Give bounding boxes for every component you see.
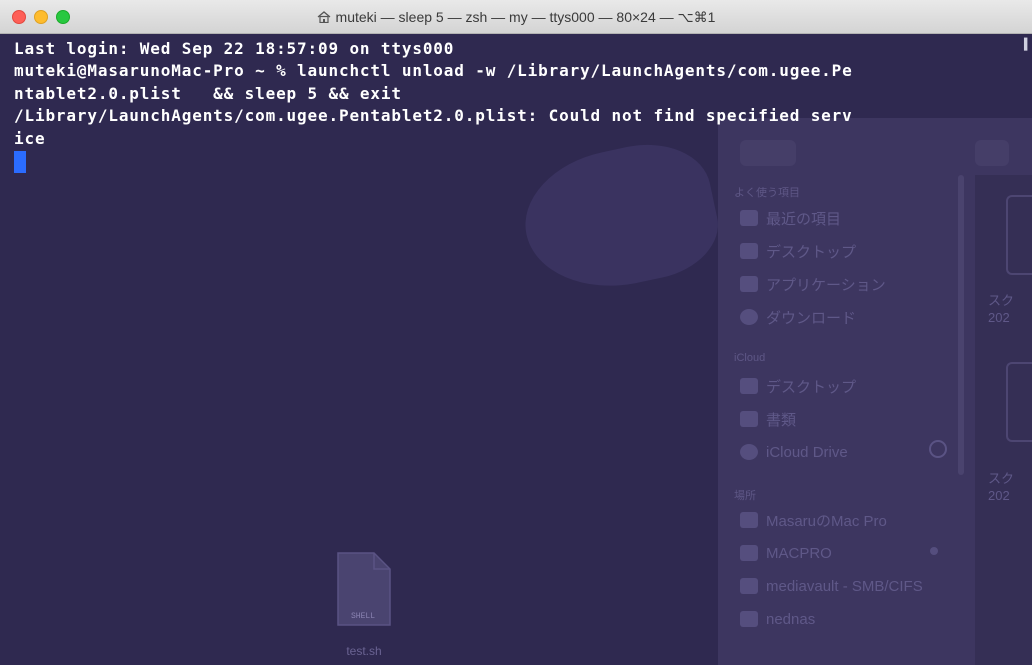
text-cursor	[14, 151, 26, 174]
window-title-text: muteki — sleep 5 — zsh — my — ttys000 — …	[335, 9, 716, 25]
terminal-line: ntablet2.0.plist && sleep 5 && exit	[14, 83, 402, 103]
terminal-window: よく使う項目 最近の項目 デスクトップ アプリケーション ダウンロード iClo…	[0, 0, 1032, 665]
title-bar[interactable]: muteki — sleep 5 — zsh — my — ttys000 — …	[0, 0, 1032, 34]
terminal-line: /Library/LaunchAgents/com.ugee.Pentablet…	[14, 106, 853, 126]
terminal-content[interactable]: Last login: Wed Sep 22 18:57:09 on ttys0…	[0, 34, 1032, 665]
home-folder-icon	[317, 11, 330, 23]
terminal-line: ice	[14, 128, 46, 148]
terminal-prompt-line[interactable]	[14, 150, 1032, 174]
window-title: muteki — sleep 5 — zsh — my — ttys000 — …	[0, 9, 1032, 26]
terminal-line: Last login: Wed Sep 22 18:57:09 on ttys0…	[14, 39, 455, 58]
terminal-line: muteki@MasarunoMac-Pro ~ % launchctl unl…	[14, 61, 853, 81]
